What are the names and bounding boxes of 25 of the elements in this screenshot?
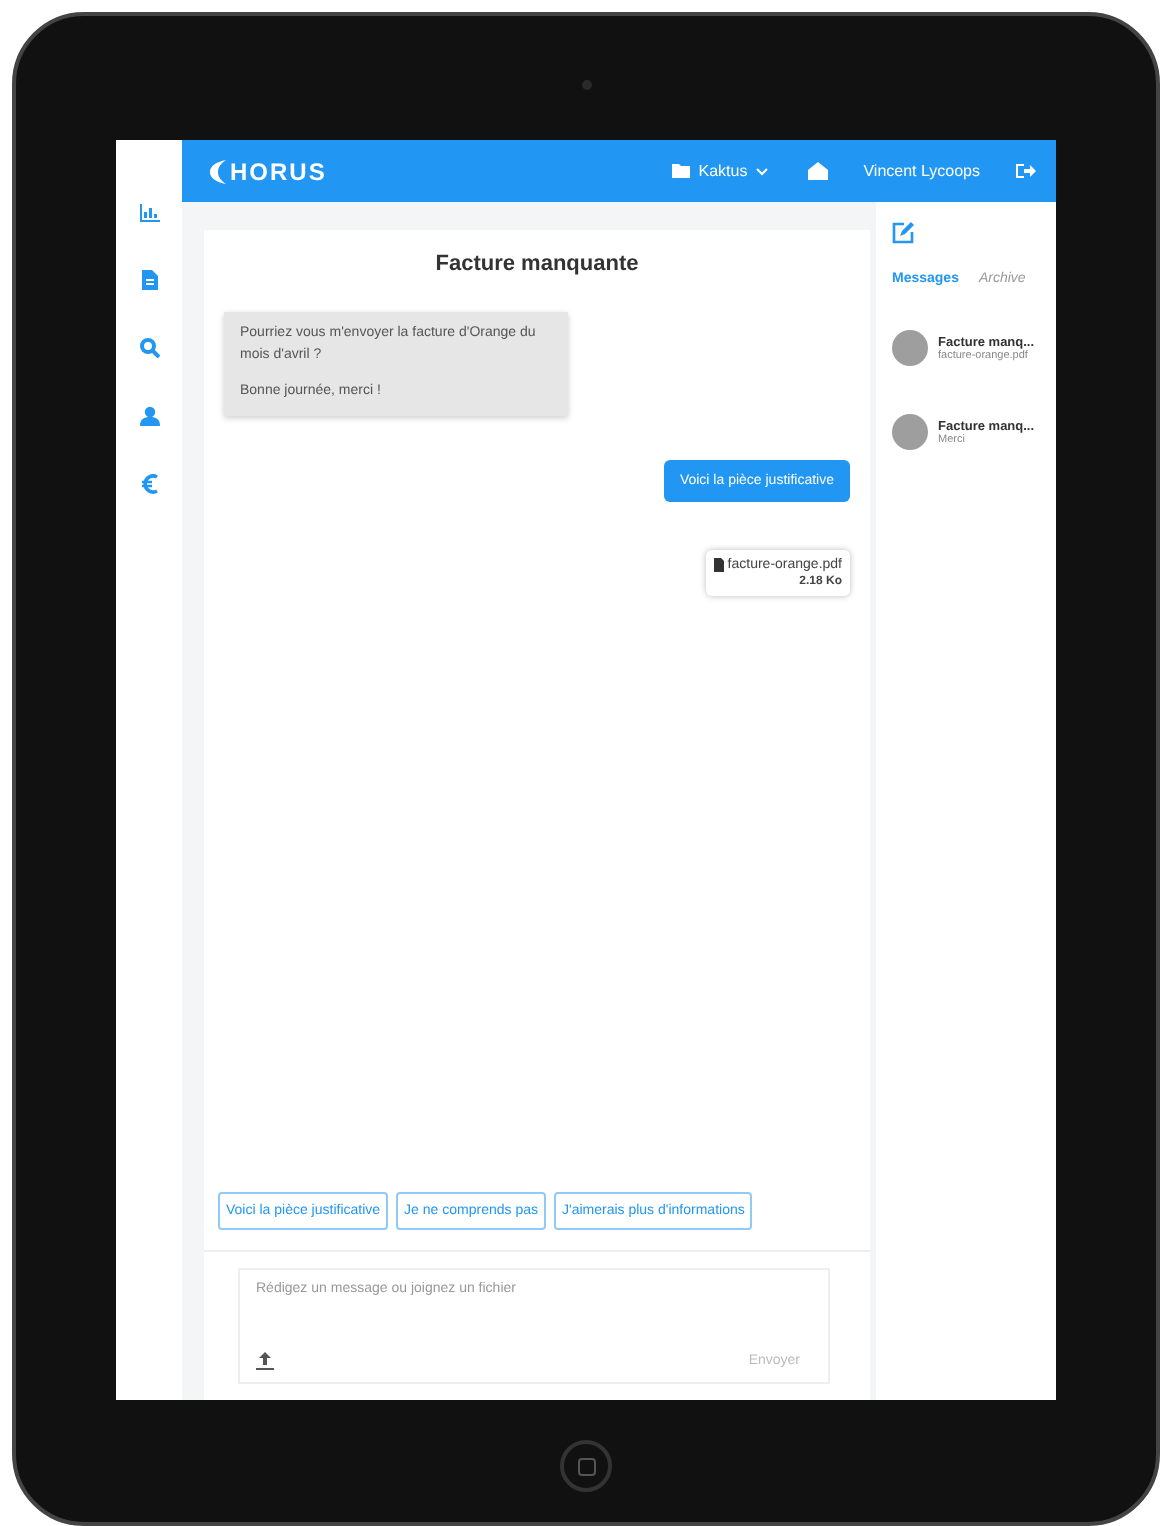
folder-icon <box>672 164 691 178</box>
search-icon <box>139 338 159 358</box>
sidebar-item[interactable] <box>137 266 161 294</box>
sidebar-item[interactable] <box>135 334 163 362</box>
sidebar-item[interactable] <box>135 200 163 226</box>
file-icon <box>713 557 724 571</box>
logo-icon <box>210 159 226 183</box>
document-icon <box>141 270 157 290</box>
chat-title: Facture manquante <box>433 250 641 280</box>
camera-dot <box>581 80 591 90</box>
user-icon <box>139 406 159 426</box>
sidebar-item[interactable] <box>137 470 161 498</box>
horus-logo[interactable]: HORUS <box>210 157 327 185</box>
upload-icon[interactable] <box>256 1352 274 1370</box>
logout-icon[interactable] <box>1016 162 1036 180</box>
sidebar-item[interactable] <box>135 402 163 430</box>
home-button[interactable] <box>560 1440 612 1492</box>
company-selector[interactable]: Kaktus <box>698 162 748 180</box>
euro-icon <box>141 474 157 494</box>
compose-icon[interactable] <box>892 222 914 244</box>
avatar <box>892 414 928 450</box>
user-name[interactable]: Vincent Lycoops <box>863 162 980 180</box>
caret-icon <box>755 167 768 175</box>
bar-chart-icon <box>139 204 159 222</box>
avatar <box>892 330 928 366</box>
